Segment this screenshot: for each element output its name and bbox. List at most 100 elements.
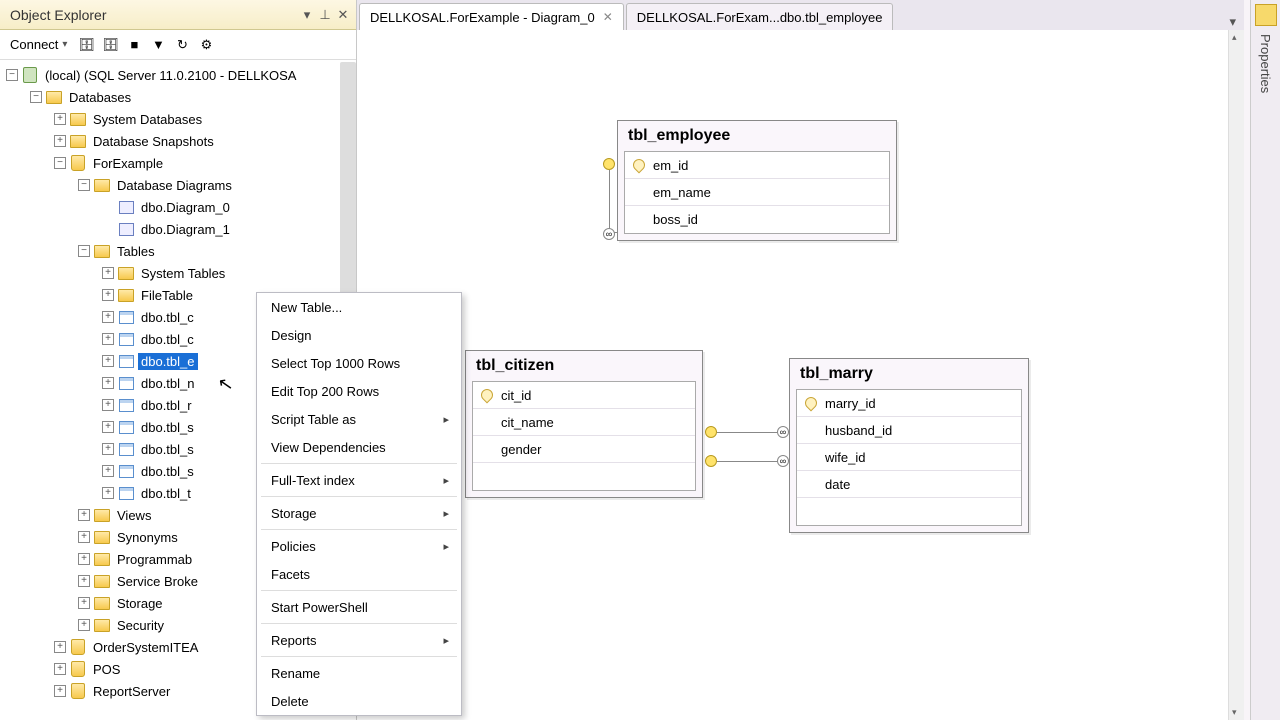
expand-icon[interactable]: + <box>78 575 90 587</box>
collapse-icon[interactable]: − <box>78 179 90 191</box>
ctx-storage[interactable]: Storage <box>257 499 461 527</box>
expand-icon[interactable]: + <box>102 399 114 411</box>
expand-icon[interactable]: + <box>102 377 114 389</box>
tab-diagram0[interactable]: DELLKOSAL.ForExample - Diagram_0✕ <box>359 3 624 30</box>
ctx-delete[interactable]: Delete <box>257 687 461 715</box>
ctx-label: New Table... <box>271 300 342 315</box>
diagram-table-employee[interactable]: tbl_employee em_id em_name boss_id <box>617 120 897 241</box>
collapse-icon[interactable]: − <box>6 69 18 81</box>
ctx-new-table[interactable]: New Table... <box>257 293 461 321</box>
connect-object-icon[interactable]: 🗄 <box>77 36 95 54</box>
expand-icon[interactable]: + <box>102 487 114 499</box>
collapse-icon[interactable]: − <box>30 91 42 103</box>
table-column[interactable]: em_id <box>625 152 889 179</box>
table-icon <box>118 397 134 413</box>
diagram-node[interactable]: dbo.Diagram_0 <box>0 196 356 218</box>
tables-node[interactable]: −Tables <box>0 240 356 262</box>
node-label: POS <box>90 661 123 678</box>
tree-scrollbar[interactable] <box>340 62 356 302</box>
diagram-table-citizen[interactable]: tbl_citizen cit_id cit_name gender <box>465 350 703 498</box>
expand-icon[interactable]: + <box>102 443 114 455</box>
databases-node[interactable]: − Databases <box>0 86 356 108</box>
ctx-rename[interactable]: Rename <box>257 659 461 687</box>
collapse-icon[interactable]: − <box>54 157 66 169</box>
server-node[interactable]: −(local) (SQL Server 11.0.2100 - DELLKOS… <box>0 64 356 86</box>
sysdb-node[interactable]: +System Databases <box>0 108 356 130</box>
ctx-reports[interactable]: Reports <box>257 626 461 654</box>
stop-icon[interactable]: ■ <box>125 36 143 54</box>
database-icon <box>70 661 86 677</box>
ctx-design[interactable]: Design <box>257 321 461 349</box>
expand-icon[interactable]: + <box>102 289 114 301</box>
pin-icon[interactable]: ⊥ <box>318 8 332 22</box>
table-column[interactable]: cit_name <box>473 409 695 436</box>
table-column[interactable]: marry_id <box>797 390 1021 417</box>
node-label: dbo.tbl_e <box>138 353 198 370</box>
expand-icon[interactable]: + <box>78 619 90 631</box>
dropdown-icon[interactable]: ▾ <box>300 8 314 22</box>
toolbox-icon[interactable] <box>1255 4 1277 26</box>
ctx-facets[interactable]: Facets <box>257 560 461 588</box>
ctx-edit-top-200[interactable]: Edit Top 200 Rows <box>257 377 461 405</box>
ctx-start-powershell[interactable]: Start PowerShell <box>257 593 461 621</box>
ctx-policies[interactable]: Policies <box>257 532 461 560</box>
disconnect-icon[interactable]: 🗄 <box>101 36 119 54</box>
expand-icon[interactable]: + <box>102 421 114 433</box>
diagram-canvas[interactable]: ∞ ∞ ∞ tbl_employee em_id em_name boss_id… <box>357 30 1244 720</box>
connect-button[interactable]: Connect <box>6 35 71 54</box>
key-spacer <box>481 416 493 428</box>
expand-icon[interactable]: + <box>54 641 66 653</box>
expand-icon[interactable]: + <box>78 509 90 521</box>
table-column[interactable]: cit_id <box>473 382 695 409</box>
filter-icon[interactable]: ▼ <box>149 36 167 54</box>
expand-icon[interactable]: + <box>102 333 114 345</box>
column-name: em_name <box>653 185 711 200</box>
diagram-table-marry[interactable]: tbl_marry marry_id husband_id wife_id da… <box>789 358 1029 533</box>
close-icon[interactable]: ✕ <box>603 10 613 24</box>
expand-icon[interactable]: + <box>54 663 66 675</box>
systables-node[interactable]: +System Tables <box>0 262 356 284</box>
table-icon <box>118 441 134 457</box>
expand-icon[interactable]: + <box>78 531 90 543</box>
node-label: Security <box>114 617 167 634</box>
tab-employee[interactable]: DELLKOSAL.ForExam...dbo.tbl_employee <box>626 3 894 30</box>
forexample-node[interactable]: −ForExample <box>0 152 356 174</box>
diagram-node[interactable]: dbo.Diagram_1 <box>0 218 356 240</box>
column-name: boss_id <box>653 212 698 227</box>
ctx-fulltext-index[interactable]: Full-Text index <box>257 466 461 494</box>
expand-icon[interactable]: + <box>102 311 114 323</box>
table-column[interactable] <box>473 463 695 490</box>
table-column[interactable]: date <box>797 471 1021 498</box>
expand-icon[interactable]: + <box>102 267 114 279</box>
folder-icon <box>94 573 110 589</box>
table-column[interactable]: boss_id <box>625 206 889 233</box>
table-column[interactable]: wife_id <box>797 444 1021 471</box>
table-column[interactable] <box>797 498 1021 525</box>
server-icon <box>22 67 38 83</box>
expand-icon[interactable]: + <box>54 685 66 697</box>
collapse-icon[interactable]: − <box>78 245 90 257</box>
table-column[interactable]: gender <box>473 436 695 463</box>
close-icon[interactable]: ✕ <box>336 8 350 22</box>
properties-label[interactable]: Properties <box>1258 34 1273 93</box>
filter-settings-icon[interactable]: ⚙ <box>197 36 215 54</box>
ctx-view-dependencies[interactable]: View Dependencies <box>257 433 461 461</box>
refresh-icon[interactable]: ↻ <box>173 36 191 54</box>
dbdiag-node[interactable]: −Database Diagrams <box>0 174 356 196</box>
ctx-select-top-1000[interactable]: Select Top 1000 Rows <box>257 349 461 377</box>
node-label: Databases <box>66 89 134 106</box>
tab-overflow-icon[interactable]: ▾ <box>1221 14 1244 30</box>
ctx-script-table-as[interactable]: Script Table as <box>257 405 461 433</box>
canvas-scrollbar[interactable] <box>1228 30 1244 720</box>
expand-icon[interactable]: + <box>78 553 90 565</box>
node-label: Views <box>114 507 154 524</box>
table-column[interactable]: husband_id <box>797 417 1021 444</box>
expand-icon[interactable]: + <box>54 113 66 125</box>
snapshots-node[interactable]: +Database Snapshots <box>0 130 356 152</box>
expand-icon[interactable]: + <box>78 597 90 609</box>
expand-icon[interactable]: + <box>54 135 66 147</box>
table-column[interactable]: em_name <box>625 179 889 206</box>
expand-icon[interactable]: + <box>102 465 114 477</box>
properties-strip[interactable]: Properties <box>1250 0 1280 720</box>
expand-icon[interactable]: + <box>102 355 114 367</box>
